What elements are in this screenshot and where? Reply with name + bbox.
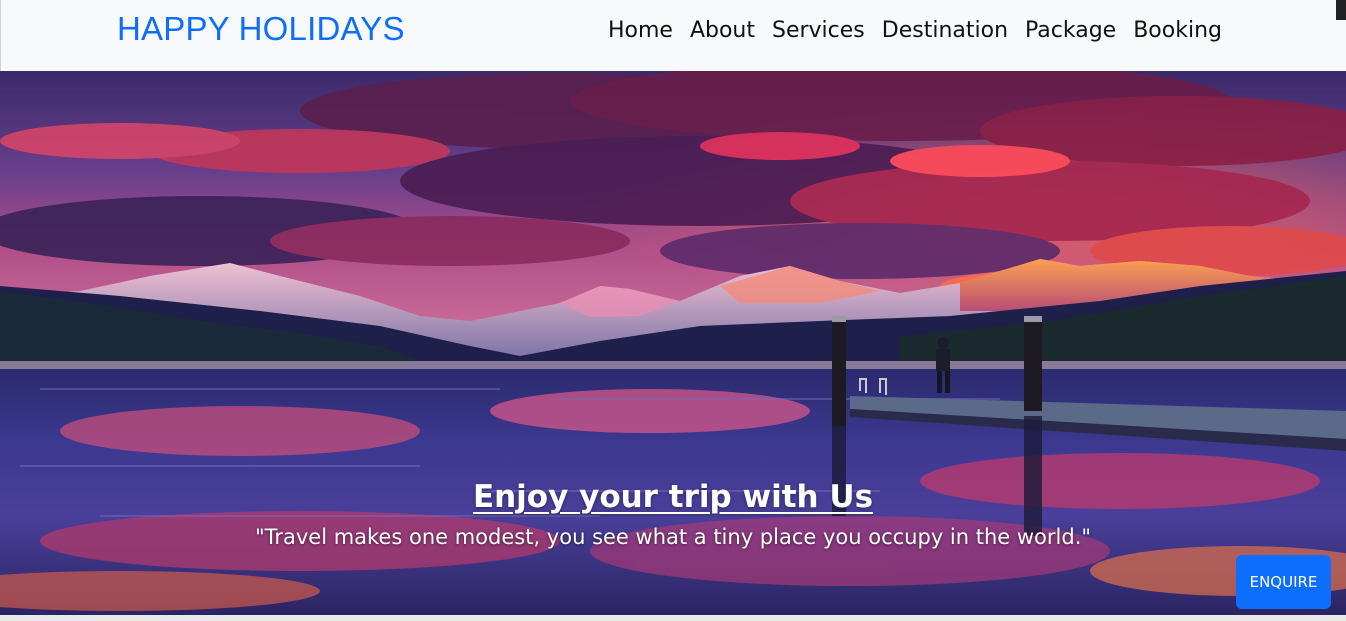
nav-links: Home About Services Destination Package … (608, 18, 1222, 43)
nav-link-services[interactable]: Services (772, 18, 865, 43)
hero-carousel: Enjoy your trip with Us "Travel makes on… (0, 71, 1346, 615)
brand-logo-link[interactable]: HAPPY HOLIDAYS (117, 10, 405, 48)
page-bottom-edge (0, 615, 1346, 621)
window-corner-marker (1336, 0, 1346, 20)
nav-link-about[interactable]: About (690, 18, 755, 43)
page: HAPPY HOLIDAYS Home About Services Desti… (0, 0, 1346, 621)
navbar: HAPPY HOLIDAYS Home About Services Desti… (0, 0, 1346, 71)
hero-caption: Enjoy your trip with Us "Travel makes on… (0, 479, 1346, 549)
nav-link-home[interactable]: Home (608, 18, 673, 43)
hero-title: Enjoy your trip with Us (472, 479, 874, 515)
enquire-button[interactable]: ENQUIRE (1236, 555, 1331, 609)
nav-link-destination[interactable]: Destination (882, 18, 1008, 43)
nav-link-package[interactable]: Package (1025, 18, 1116, 43)
nav-link-booking[interactable]: Booking (1133, 18, 1222, 43)
hero-quote: "Travel makes one modest, you see what a… (254, 525, 1092, 549)
